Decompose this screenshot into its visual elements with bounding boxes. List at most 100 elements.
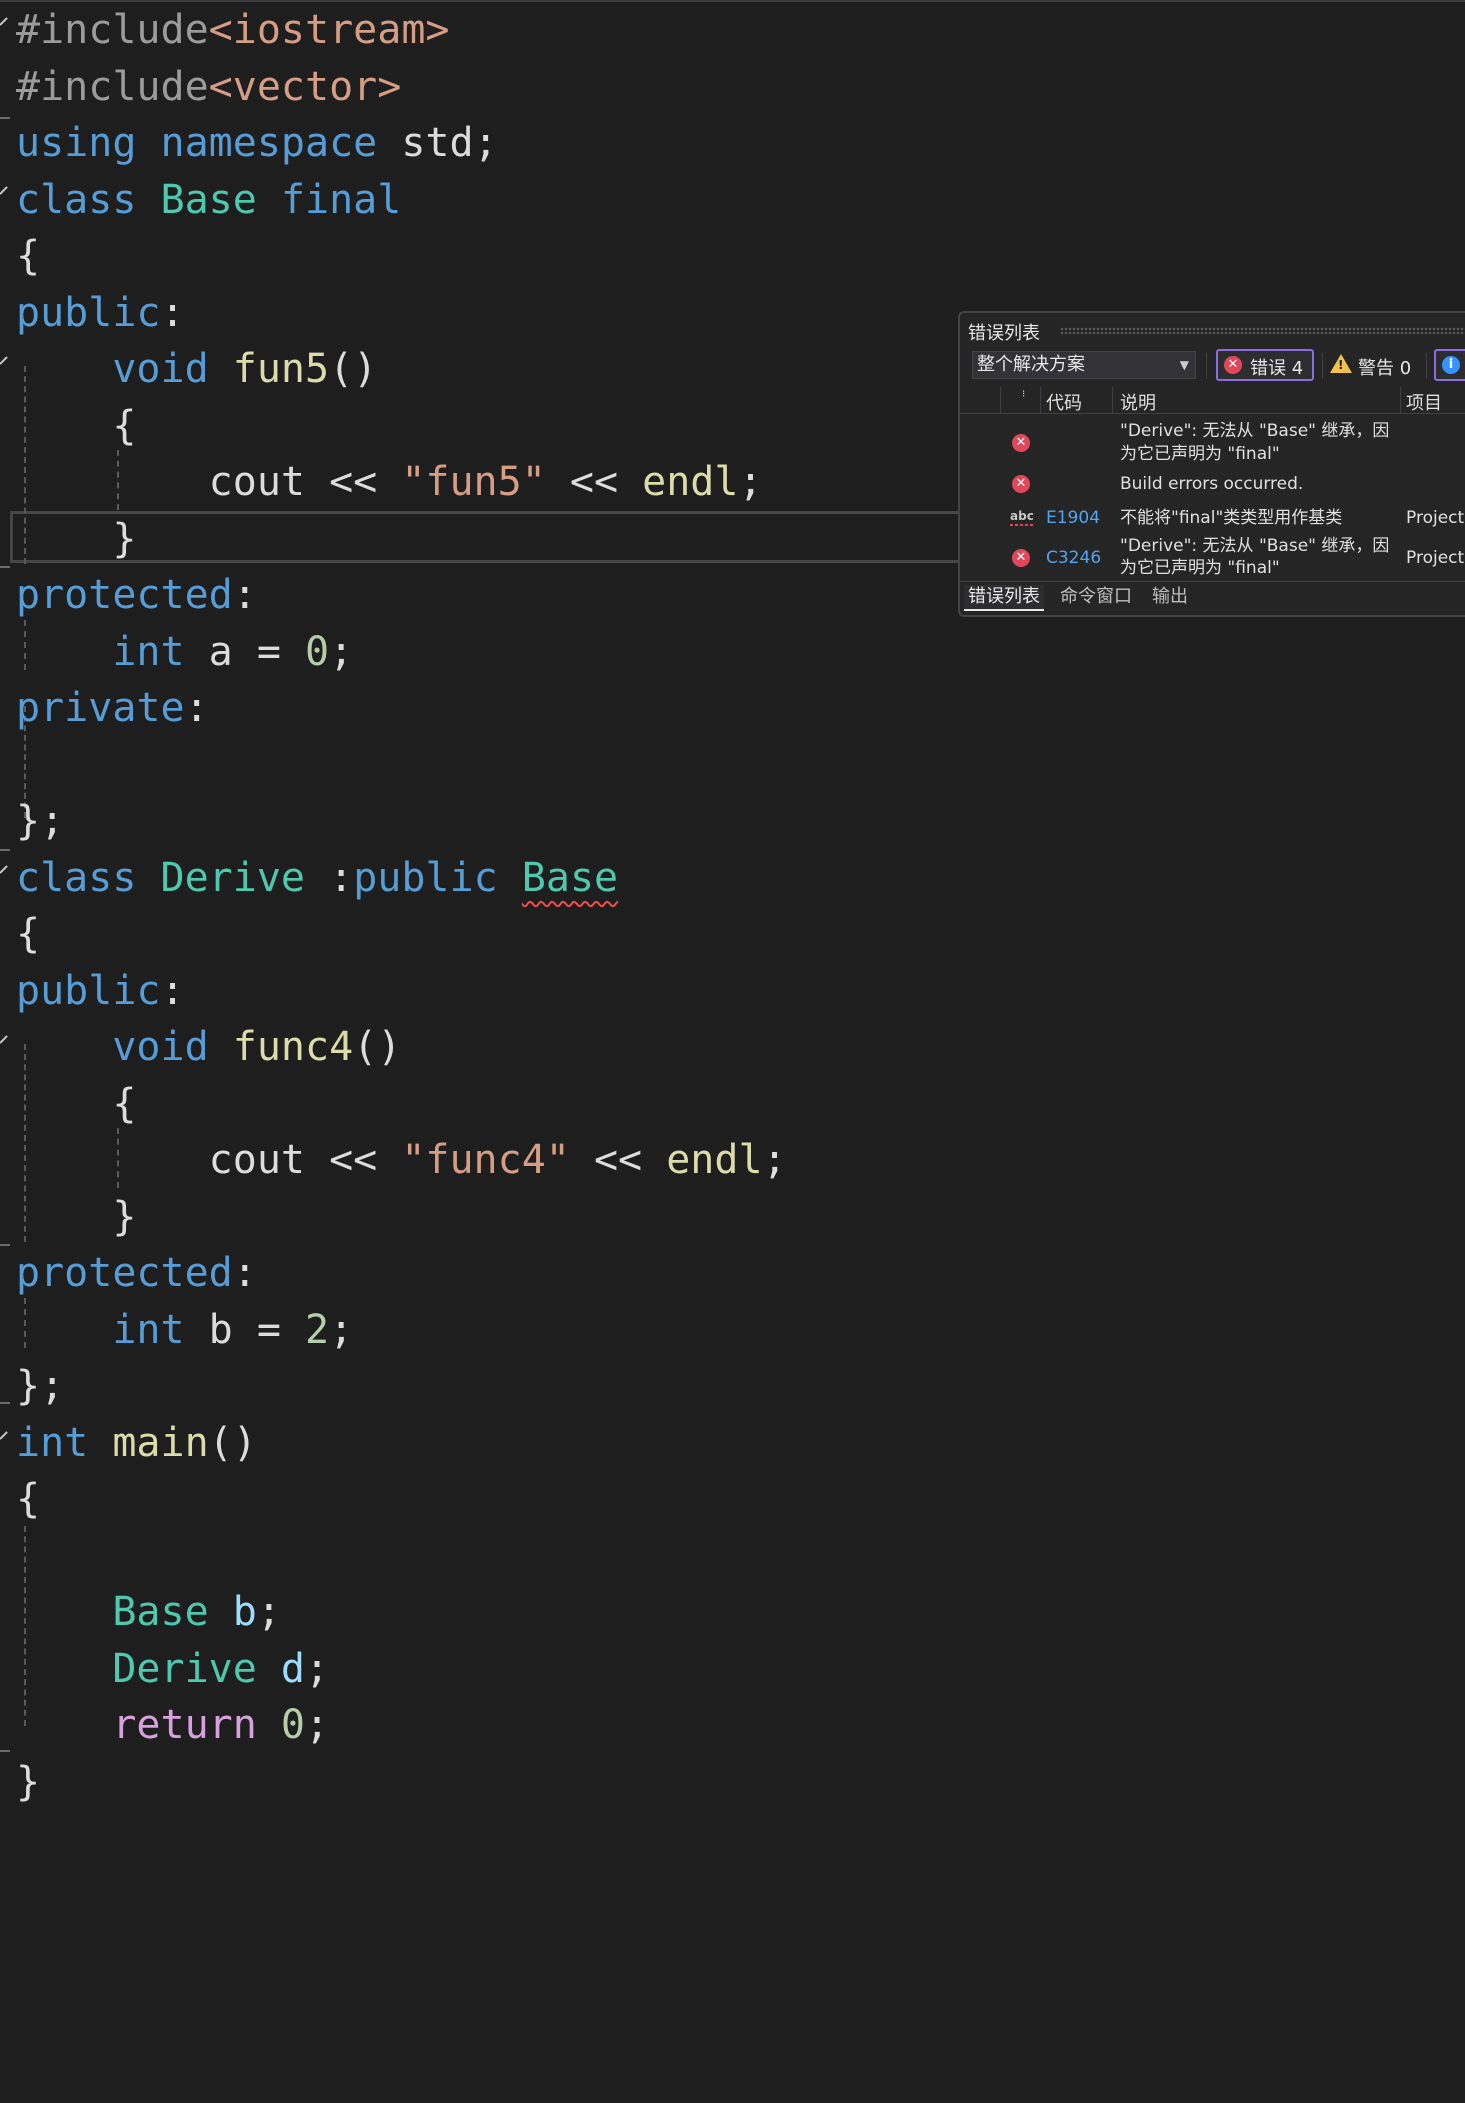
code-line[interactable]: using namespace std;: [16, 115, 498, 171]
code-token: public: [16, 967, 161, 1014]
code-line[interactable]: class Base final: [16, 172, 401, 228]
code-line[interactable]: {: [16, 228, 40, 284]
fold-end-marker: [0, 566, 10, 568]
code-token: <<: [569, 1137, 667, 1183]
code-line[interactable]: int a = 0;: [16, 624, 353, 680]
code-token: class: [16, 176, 137, 223]
code-token: ;: [305, 1702, 330, 1748]
error-icon: ✕: [1012, 434, 1030, 452]
warnings-filter-label: 警告 0: [1358, 358, 1412, 379]
column-separator: [1040, 387, 1041, 413]
column-header-project[interactable]: 项目: [1406, 389, 1442, 415]
warnings-filter-button[interactable]: ! 警告 0: [1328, 349, 1420, 381]
code-token: {: [16, 911, 41, 957]
errors-filter-label: 错误 4: [1250, 358, 1304, 379]
code-line[interactable]: };: [16, 1358, 64, 1414]
code-token: <<: [545, 459, 643, 505]
toolbar-separator: [1206, 353, 1207, 379]
fold-collapse-icon[interactable]: [0, 1032, 10, 1044]
toolbar-separator: [1426, 353, 1427, 379]
fold-collapse-icon[interactable]: [0, 353, 10, 365]
code-token: int: [112, 1306, 185, 1353]
fold-collapse-icon[interactable]: [0, 862, 10, 874]
code-token: "fun5": [401, 459, 546, 505]
fold-end-marker: [0, 1402, 10, 1404]
code-token: void: [112, 1024, 209, 1070]
code-line[interactable]: int b = 2;: [16, 1302, 353, 1358]
code-token: }: [16, 515, 137, 562]
code-token: void: [112, 346, 209, 392]
code-line[interactable]: protected:: [16, 567, 257, 623]
sort-icon[interactable]: ⁝: [1022, 389, 1025, 400]
code-token: ;: [305, 1645, 330, 1692]
code-token: "func4": [401, 1137, 570, 1183]
messages-filter-button[interactable]: i: [1434, 349, 1465, 381]
column-header-description[interactable]: 说明: [1120, 389, 1156, 415]
code-line[interactable]: Base b;: [16, 1584, 281, 1640]
fold-collapse-icon[interactable]: [0, 1428, 10, 1440]
code-line[interactable]: void fun5(): [16, 341, 377, 397]
code-line[interactable]: #include<iostream>: [16, 2, 449, 58]
code-line[interactable]: public:: [16, 285, 185, 341]
error-description: 不能将"final"类类型用作基类: [1120, 508, 1343, 528]
column-header-code[interactable]: 代码: [1046, 389, 1082, 415]
code-token: Base: [521, 854, 619, 901]
code-token: std;: [377, 120, 498, 166]
code-token: public: [353, 854, 498, 901]
code-token: #include: [16, 7, 209, 53]
fold-collapse-icon[interactable]: [0, 14, 10, 26]
code-token: d: [280, 1645, 306, 1692]
code-line[interactable]: protected:: [16, 1245, 257, 1301]
code-token: private: [16, 685, 185, 731]
code-line[interactable]: {: [16, 398, 136, 454]
fold-end-marker: [0, 849, 10, 851]
code-token: using: [16, 120, 137, 166]
code-token: 2: [305, 1306, 330, 1353]
code-line[interactable]: private:: [16, 680, 209, 736]
code-line[interactable]: return 0;: [16, 1697, 329, 1753]
fold-collapse-icon[interactable]: [0, 183, 10, 195]
code-line[interactable]: };: [16, 793, 64, 849]
code-line[interactable]: }: [16, 1189, 136, 1245]
code-line[interactable]: }: [16, 1754, 40, 1810]
code-line[interactable]: Derive d;: [16, 1641, 329, 1697]
scope-dropdown[interactable]: 整个解决方案 ▼: [972, 351, 1196, 379]
code-line[interactable]: int main(): [16, 1415, 257, 1471]
code-token: Base: [160, 176, 257, 223]
error-project: Project: [1406, 508, 1465, 528]
code-line[interactable]: cout << "func4" << endl;: [16, 1132, 787, 1188]
code-line[interactable]: cout << "fun5" << endl;: [16, 454, 763, 510]
code-line[interactable]: public:: [16, 963, 185, 1019]
code-token: ;: [329, 628, 354, 675]
code-line[interactable]: {: [16, 906, 40, 962]
code-token: main: [112, 1419, 209, 1466]
code-line[interactable]: }: [16, 511, 136, 567]
column-separator: [1000, 387, 1001, 413]
panel-drag-grip[interactable]: [1060, 327, 1465, 335]
code-line[interactable]: void func4(): [16, 1019, 401, 1075]
code-line[interactable]: #include<vector>: [16, 59, 401, 115]
error-code[interactable]: E1904: [1046, 507, 1100, 530]
tab-error-list[interactable]: 错误列表: [964, 585, 1044, 611]
errors-filter-button[interactable]: ✕ 错误 4: [1216, 349, 1314, 381]
tab-command-window[interactable]: 命令窗口: [1060, 585, 1132, 609]
code-token: :: [232, 572, 257, 618]
error-code[interactable]: C3246: [1046, 547, 1101, 570]
code-token: (): [353, 1024, 402, 1070]
code-token: fun5: [232, 346, 330, 392]
code-line[interactable]: {: [16, 1076, 136, 1132]
code-token: 0: [305, 628, 330, 675]
code-line[interactable]: class Derive :public Base: [16, 850, 618, 906]
code-line[interactable]: {: [16, 1471, 40, 1527]
code-token: (): [208, 1419, 257, 1466]
code-token: int: [112, 628, 185, 675]
tab-output[interactable]: 输出: [1152, 585, 1188, 609]
code-token: func4: [232, 1024, 354, 1070]
